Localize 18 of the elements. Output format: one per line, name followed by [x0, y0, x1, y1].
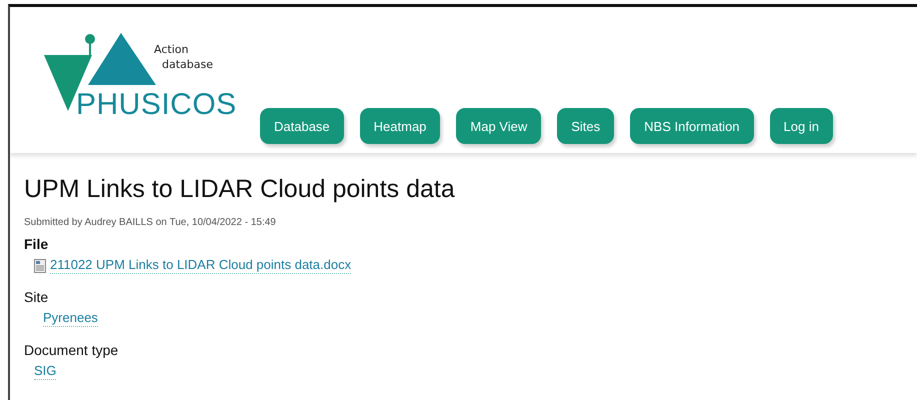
logo-wordmark: PHUSICOS [76, 89, 237, 121]
document-type-link[interactable]: SIG [34, 363, 56, 380]
nav-button[interactable]: Heatmap [360, 108, 440, 144]
logo-caption-line: database [162, 57, 213, 72]
field-label: Site [24, 288, 50, 306]
page-title: UPM Links to LIDAR Cloud points data [24, 174, 456, 205]
logo-caption-line: Action [154, 42, 190, 57]
nav-button[interactable]: Map View [456, 108, 542, 144]
nav-button[interactable]: Log in [770, 108, 833, 144]
field-label: File [24, 235, 50, 253]
nav-button[interactable]: Database [260, 108, 344, 144]
nav-button[interactable]: Sites [557, 108, 614, 144]
document-icon [34, 258, 46, 272]
submitted-by-text: Submitted by Audrey BAILLS on Tue, 10/04/2022 - 15:49 [24, 217, 277, 228]
site-link[interactable]: Pyrenees [43, 310, 98, 327]
field-label: Document type [24, 341, 120, 359]
nav-button[interactable]: NBS Information [630, 108, 754, 144]
file-link[interactable]: 211022 UPM Links to LIDAR Cloud points data.docx [50, 257, 352, 274]
